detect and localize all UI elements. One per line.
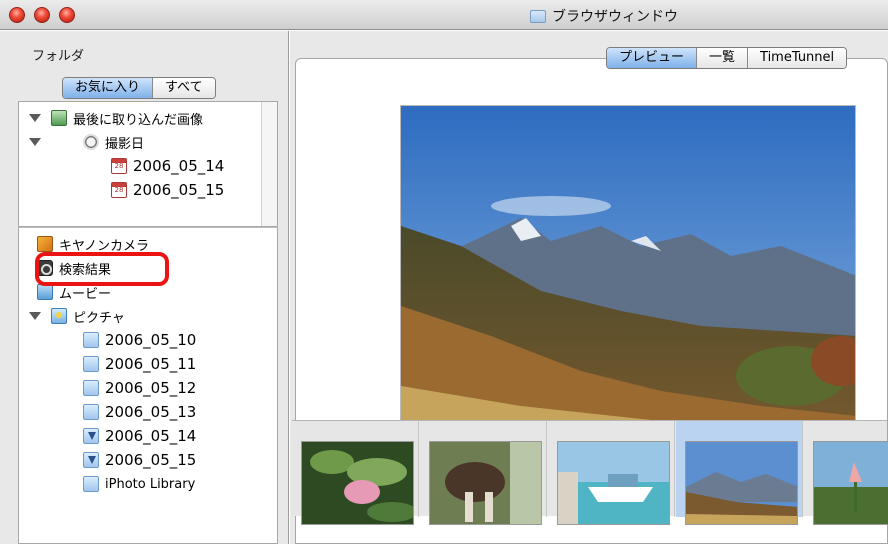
folder-panel: フォルダ お気に入り すべて 最後に取り込んだ画像 撮影日 28 2006_05… — [0, 31, 289, 544]
tree-item-label: 2006_05_12 — [105, 379, 197, 397]
tree-item-date[interactable]: 28 2006_05_14 — [111, 154, 224, 178]
tree-item-folder[interactable]: iPhoto Library — [83, 472, 195, 496]
tree-item-label: 2006_05_14 — [133, 157, 225, 175]
tree-item-label: 2006_05_15 — [105, 451, 197, 469]
zoom-window-button[interactable] — [59, 7, 75, 23]
tree-item-label: キヤノンカメラ — [59, 238, 149, 254]
calendar-icon: 28 — [111, 158, 127, 174]
tree-item-label: 2006_05_14 — [105, 427, 197, 445]
folder-tabs: お気に入り すべて — [62, 77, 216, 99]
calendar-icon: 28 — [111, 182, 127, 198]
tree-item-label: 2006_05_13 — [105, 403, 197, 421]
tab-favorites[interactable]: お気に入り — [63, 78, 154, 98]
tree-item-label: 最後に取り込んだ画像 — [73, 112, 204, 128]
thumbnail-cell-selected[interactable] — [676, 421, 803, 525]
folder-icon — [83, 356, 99, 372]
thumbnail-strip — [292, 420, 888, 525]
folder-panel-header: フォルダ — [32, 49, 85, 64]
window-title-text: ブラウザウィンドウ — [552, 9, 678, 25]
tree-item-pictures[interactable]: ピクチャ — [29, 304, 125, 328]
thumbnail-cell[interactable] — [292, 421, 419, 525]
disclosure-triangle-icon[interactable] — [29, 114, 41, 122]
movie-icon — [37, 284, 53, 300]
tree-item-label: 2006_05_10 — [105, 331, 197, 349]
minimize-window-button[interactable] — [34, 7, 50, 23]
tree-item-date[interactable]: 28 2006_05_15 — [111, 178, 224, 202]
folder-icon — [83, 476, 99, 492]
download-folder-icon — [83, 428, 99, 444]
thumbnail-lily-flower[interactable] — [813, 441, 888, 525]
download-folder-icon — [83, 452, 99, 468]
favorites-tree: 最後に取り込んだ画像 撮影日 28 2006_05_14 28 2006_05_… — [18, 101, 278, 227]
preview-panel: プレビュー 一覧 TimeTunnel — [290, 31, 888, 544]
tab-preview[interactable]: プレビュー — [607, 48, 698, 68]
thumbnail-cell[interactable] — [804, 421, 888, 525]
tree-item-folder[interactable]: 2006_05_15 — [83, 448, 196, 472]
close-window-button[interactable] — [9, 7, 25, 23]
thumbnail-mountain-landscape[interactable] — [685, 441, 798, 525]
title-bar: ブラウザウィンドウ — [0, 0, 888, 30]
images-icon — [51, 110, 67, 126]
tree-item-folder[interactable]: 2006_05_10 — [83, 328, 196, 352]
thumbnail-cell[interactable] — [420, 421, 547, 525]
folder-icon — [83, 380, 99, 396]
thumbnail-boats-pier[interactable] — [557, 441, 670, 525]
tab-all[interactable]: すべて — [153, 78, 215, 98]
tree-item-folder[interactable]: 2006_05_11 — [83, 352, 196, 376]
disclosure-triangle-icon[interactable] — [29, 138, 41, 146]
disclosure-triangle-icon[interactable] — [29, 312, 41, 320]
view-tabs: プレビュー 一覧 TimeTunnel — [606, 47, 848, 69]
tab-timetunnel[interactable]: TimeTunnel — [748, 48, 847, 68]
tree-item-label: iPhoto Library — [105, 476, 196, 492]
preview-image — [400, 105, 856, 450]
camera-icon — [37, 236, 53, 252]
tree-item-folder[interactable]: 2006_05_12 — [83, 376, 196, 400]
tab-list[interactable]: 一覧 — [697, 48, 749, 68]
favorites-scrollbar[interactable] — [261, 102, 277, 226]
tree-item-shoot-date[interactable]: 撮影日 — [29, 130, 144, 154]
mountain-landscape-image — [401, 106, 855, 449]
clock-icon — [83, 134, 99, 150]
window-title: ブラウザウィンドウ — [530, 6, 678, 26]
search-results-highlight — [35, 252, 169, 286]
folder-icon — [83, 332, 99, 348]
tree-item-folder[interactable]: 2006_05_14 — [83, 424, 196, 448]
tree-item-folder[interactable]: 2006_05_13 — [83, 400, 196, 424]
folder-icon — [83, 404, 99, 420]
tree-item-label: 撮影日 — [105, 136, 145, 152]
tree-item-label: ピクチャ — [73, 310, 125, 326]
folder-icon — [530, 9, 546, 23]
thumbnail-okapi[interactable] — [429, 441, 542, 525]
pictures-icon — [51, 308, 67, 324]
thumbnail-pink-flower[interactable] — [301, 441, 414, 525]
tree-item-label: 2006_05_11 — [105, 355, 197, 373]
tree-item-recent-import[interactable]: 最後に取り込んだ画像 — [29, 106, 203, 130]
tree-item-label: 2006_05_15 — [133, 181, 225, 199]
thumbnail-cell[interactable] — [548, 421, 675, 525]
